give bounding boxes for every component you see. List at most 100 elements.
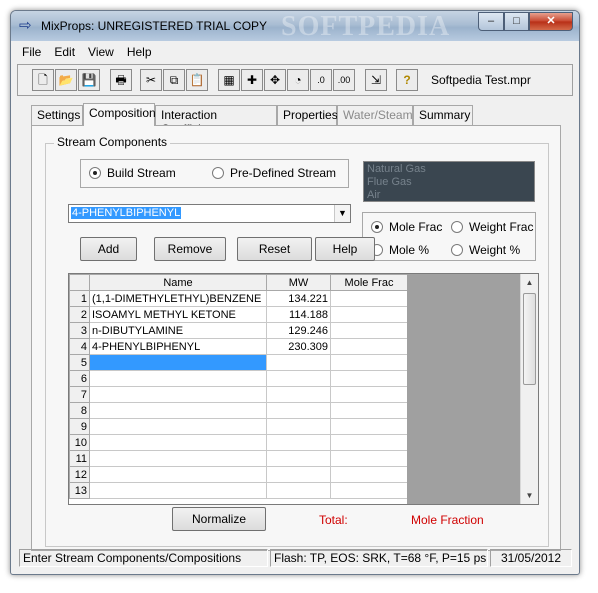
cell-name[interactable] bbox=[89, 354, 267, 371]
cell-mw[interactable]: 134.221 bbox=[266, 290, 331, 307]
table-row[interactable]: 5 bbox=[69, 354, 408, 371]
table-row[interactable]: 13 bbox=[69, 482, 408, 499]
build-stream-radio[interactable]: Build Stream bbox=[89, 166, 176, 180]
scroll-up-icon[interactable]: ▲ bbox=[521, 274, 538, 291]
cell-mw[interactable] bbox=[266, 386, 331, 403]
copy-icon[interactable]: ⧉ bbox=[163, 69, 185, 91]
components-grid[interactable]: Name MW Mole Frac 1 (1,1-DIMETHYLETHYL)BE… bbox=[68, 273, 539, 505]
cell-mw[interactable]: 129.246 bbox=[266, 322, 331, 339]
scroll-thumb[interactable] bbox=[523, 293, 536, 385]
cell-mole-frac[interactable] bbox=[330, 370, 408, 387]
help-button[interactable]: Help bbox=[315, 237, 375, 261]
cell-mole-frac[interactable] bbox=[330, 322, 408, 339]
cell-name[interactable] bbox=[89, 370, 267, 387]
vertical-scrollbar[interactable]: ▲ ▼ bbox=[520, 274, 538, 504]
calculator-icon[interactable]: ▦ bbox=[218, 69, 240, 91]
new-icon[interactable]: 🗋 bbox=[32, 69, 54, 91]
table-row[interactable]: 7 bbox=[69, 386, 408, 403]
maximize-button[interactable]: □ bbox=[504, 12, 529, 31]
cell-mw[interactable]: 114.188 bbox=[266, 306, 331, 323]
remove-button[interactable]: Remove bbox=[154, 237, 226, 261]
menu-view[interactable]: View bbox=[82, 43, 121, 59]
cell-mole-frac[interactable] bbox=[330, 402, 408, 419]
chevron-down-icon[interactable]: ▼ bbox=[334, 205, 350, 222]
menu-file[interactable]: File bbox=[16, 43, 48, 59]
cell-mole-frac[interactable] bbox=[330, 386, 408, 403]
cell-name[interactable]: n-DIBUTYLAMINE bbox=[89, 322, 267, 339]
print-icon[interactable]: 🖶 bbox=[110, 69, 132, 91]
table-row[interactable]: 3 n-DIBUTYLAMINE 129.246 bbox=[69, 322, 408, 339]
table-row[interactable]: 4 4-PHENYLBIPHENYL 230.309 bbox=[69, 338, 408, 355]
cell-mole-frac[interactable] bbox=[330, 466, 408, 483]
cell-mole-frac[interactable] bbox=[330, 290, 408, 307]
cell-mw[interactable] bbox=[266, 434, 331, 451]
list-item[interactable]: Flue Gas bbox=[367, 176, 531, 189]
help-icon[interactable]: ? bbox=[396, 69, 418, 91]
decimal-increase-icon[interactable]: .0 bbox=[310, 69, 332, 91]
list-item[interactable]: Natural Gas bbox=[367, 163, 531, 176]
table-row[interactable]: 9 bbox=[69, 418, 408, 435]
tab-interaction-coefficients[interactable]: Interaction Coefficients bbox=[155, 105, 277, 136]
cell-name[interactable]: (1,1-DIMETHYLETHYL)BENZENE bbox=[89, 290, 267, 307]
cell-mole-frac[interactable] bbox=[330, 450, 408, 467]
reset-button[interactable]: Reset bbox=[237, 237, 312, 261]
component-select[interactable]: 4-PHENYLBIPHENYL ▼ bbox=[68, 204, 351, 223]
cell-mole-frac[interactable] bbox=[330, 354, 408, 371]
menu-help[interactable]: Help bbox=[121, 43, 159, 59]
move-icon[interactable]: ✥ bbox=[264, 69, 286, 91]
cell-mole-frac[interactable] bbox=[330, 306, 408, 323]
cell-name[interactable] bbox=[89, 466, 267, 483]
column-header-mole-frac[interactable]: Mole Frac bbox=[330, 274, 408, 291]
cell-name[interactable] bbox=[89, 386, 267, 403]
cell-mole-frac[interactable] bbox=[330, 418, 408, 435]
save-icon[interactable]: 💾 bbox=[78, 69, 100, 91]
cell-mw[interactable] bbox=[266, 466, 331, 483]
cut-icon[interactable]: ✂ bbox=[140, 69, 162, 91]
cross-icon[interactable]: ✚ bbox=[241, 69, 263, 91]
table-row[interactable]: 8 bbox=[69, 402, 408, 419]
paste-icon[interactable]: 📋 bbox=[186, 69, 208, 91]
table-row[interactable]: 11 bbox=[69, 450, 408, 467]
tab-water-steam[interactable]: Water/Steam bbox=[337, 105, 413, 125]
cell-name[interactable]: ISOAMYL METHYL KETONE bbox=[89, 306, 267, 323]
tab-composition[interactable]: Composition bbox=[83, 103, 156, 126]
table-row[interactable]: 10 bbox=[69, 434, 408, 451]
decimal-decrease-icon[interactable]: .00 bbox=[333, 69, 355, 91]
mole-frac-radio[interactable]: Mole Frac bbox=[371, 220, 442, 234]
column-header-mw[interactable]: MW bbox=[266, 274, 331, 291]
cell-mw[interactable] bbox=[266, 418, 331, 435]
mole-pct-radio[interactable]: Mole % bbox=[371, 243, 429, 257]
table-row[interactable]: 2 ISOAMYL METHYL KETONE 114.188 bbox=[69, 306, 408, 323]
scroll-down-icon[interactable]: ▼ bbox=[521, 487, 538, 504]
close-button[interactable]: ✕ bbox=[529, 12, 573, 31]
cell-mw[interactable] bbox=[266, 482, 331, 499]
cell-name[interactable] bbox=[89, 402, 267, 419]
cell-mw[interactable]: 230.309 bbox=[266, 338, 331, 355]
list-item[interactable]: Air bbox=[367, 189, 531, 202]
cell-mole-frac[interactable] bbox=[330, 482, 408, 499]
cell-mw[interactable] bbox=[266, 354, 331, 371]
weight-pct-radio[interactable]: Weight % bbox=[451, 243, 520, 257]
predefined-stream-list[interactable]: Natural Gas Flue Gas Air bbox=[363, 161, 535, 202]
cell-name[interactable] bbox=[89, 450, 267, 467]
table-row[interactable]: 12 bbox=[69, 466, 408, 483]
predefined-stream-radio[interactable]: Pre-Defined Stream bbox=[212, 166, 336, 180]
add-button[interactable]: Add bbox=[80, 237, 137, 261]
weight-frac-radio[interactable]: Weight Frac bbox=[451, 220, 533, 234]
title-bar[interactable]: ⇨ MixProps: UNREGISTERED TRIAL COPY SOFT… bbox=[11, 11, 579, 42]
cell-name[interactable] bbox=[89, 482, 267, 499]
cell-mole-frac[interactable] bbox=[330, 338, 408, 355]
cell-mole-frac[interactable] bbox=[330, 434, 408, 451]
cell-name[interactable]: 4-PHENYLBIPHENYL bbox=[89, 338, 267, 355]
column-header-name[interactable]: Name bbox=[89, 274, 267, 291]
table-row[interactable]: 6 bbox=[69, 370, 408, 387]
cell-name[interactable] bbox=[89, 418, 267, 435]
cell-mw[interactable] bbox=[266, 450, 331, 467]
normalize-button[interactable]: Normalize bbox=[172, 507, 266, 531]
cell-mw[interactable] bbox=[266, 402, 331, 419]
table-row[interactable]: 1 (1,1-DIMETHYLETHYL)BENZENE 134.221 bbox=[69, 290, 408, 307]
menu-edit[interactable]: Edit bbox=[48, 43, 82, 59]
open-icon[interactable]: 📂 bbox=[55, 69, 77, 91]
cell-mw[interactable] bbox=[266, 370, 331, 387]
tab-properties[interactable]: Properties bbox=[277, 105, 338, 125]
